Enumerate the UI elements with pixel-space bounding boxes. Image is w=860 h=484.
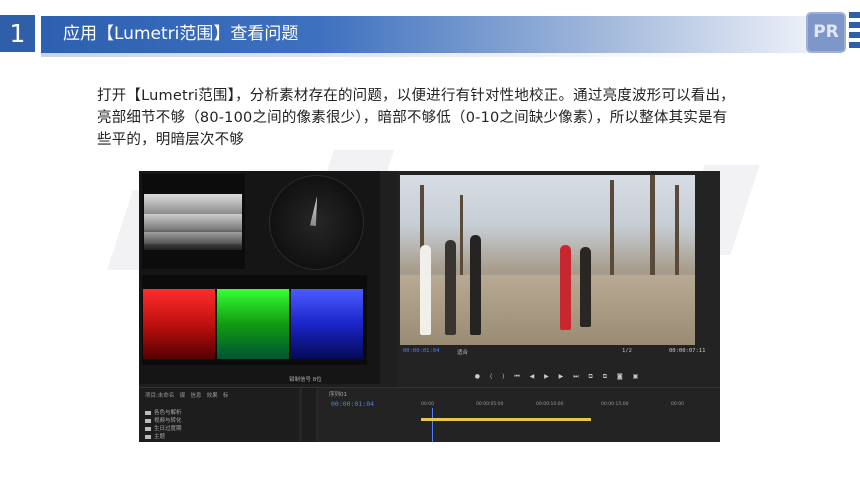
logo-stripes <box>849 12 860 54</box>
playhead[interactable] <box>432 408 433 442</box>
project-tabs[interactable]: 项目:未命名 媒 信息 效果 标 <box>145 391 228 399</box>
folder-item[interactable]: 视频与转化 <box>145 418 182 425</box>
luma-waveform <box>142 174 245 269</box>
fit-dropdown[interactable]: 适合 <box>457 348 468 356</box>
timeline-work-area <box>421 418 591 421</box>
timeline-tab[interactable]: 序列01 <box>329 390 347 398</box>
lumetri-scopes-panel: 钳制信号 8位 <box>139 171 380 384</box>
title-shadow <box>41 53 741 57</box>
transport-controls[interactable]: ● ⟨ ⟩ ⏮ ◀ ▶ ▶ ⏭ ⧉ ⧉ ◙ ▣ <box>397 370 720 384</box>
resolution-dropdown[interactable]: 1/2 <box>622 348 632 354</box>
folder-item[interactable]: 生日过度期 <box>145 426 182 433</box>
folder-item[interactable]: 主题 <box>145 434 165 441</box>
program-duration: 00:00:07:11 <box>669 348 706 354</box>
program-timecode: 00:00:01:04 <box>403 348 440 354</box>
rgb-parade <box>142 275 367 365</box>
tools-panel[interactable] <box>302 388 316 442</box>
bottom-panels: 项目:未命名 媒 信息 效果 标 各色与解析 视频与转化 生日过度期 主题 序列… <box>139 387 720 442</box>
premiere-screenshot: 钳制信号 8位 00:00:01:04 适合 1/2 00:00:07:11 ●… <box>139 171 720 442</box>
timeline-timecode: 00:00:01:04 <box>331 400 375 408</box>
section-title: 应用【Lumetri范围】查看问题 <box>41 16 831 53</box>
section-number: 1 <box>0 15 35 52</box>
scope-toolbar[interactable]: 钳制信号 8位 <box>289 375 379 385</box>
body-paragraph: 打开【Lumetri范围】，分析素材存在的问题，以便进行有针对性地校正。通过亮度… <box>97 88 735 148</box>
vectorscope <box>269 175 364 270</box>
timeline-panel: 序列01 00:00:01:04 00:00 00:00:05:00 00:00… <box>319 388 720 442</box>
premiere-logo: PR <box>806 12 846 53</box>
folder-item[interactable]: 各色与解析 <box>145 410 182 417</box>
program-monitor: 00:00:01:04 适合 1/2 00:00:07:11 ● ⟨ ⟩ ⏮ ◀… <box>397 171 720 389</box>
program-video-frame <box>400 175 695 345</box>
timeline-ruler[interactable]: 00:00 00:00:05:00 00:00:10:00 00:00:15:0… <box>421 402 711 410</box>
project-panel: 项目:未命名 媒 信息 效果 标 各色与解析 视频与转化 生日过度期 主题 <box>139 388 299 442</box>
